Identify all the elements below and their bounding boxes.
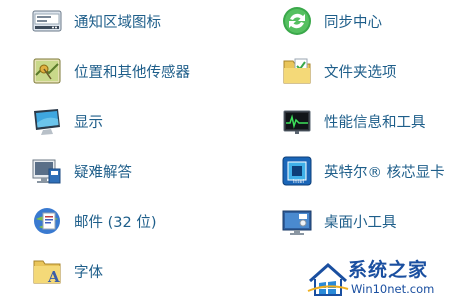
svg-text:intel: intel bbox=[293, 179, 304, 185]
cp-item-label: 通知区域图标 bbox=[74, 14, 161, 31]
cp-item-troubleshooting[interactable]: 疑难解答 bbox=[31, 154, 132, 188]
cp-item-label: 桌面小工具 bbox=[324, 214, 397, 231]
cp-item-fonts[interactable]: A 字体 bbox=[31, 254, 103, 288]
location-sensors-icon bbox=[31, 55, 63, 87]
sync-center-icon bbox=[281, 5, 313, 37]
watermark-title: 系统之家 bbox=[348, 259, 429, 281]
cp-item-label: 字体 bbox=[74, 264, 103, 281]
cp-item-folder-options[interactable]: 文件夹选项 bbox=[281, 54, 397, 88]
cp-item-desktop-gadgets[interactable]: 桌面小工具 bbox=[281, 204, 397, 238]
cp-item-location-sensors[interactable]: 位置和其他传感器 bbox=[31, 54, 190, 88]
troubleshooting-icon bbox=[31, 155, 63, 187]
cp-item-mail[interactable]: 邮件 (32 位) bbox=[31, 204, 156, 238]
performance-tools-icon bbox=[281, 105, 313, 137]
cp-item-label: 英特尔® 核芯显卡 bbox=[324, 164, 445, 181]
watermark-logo: 系统之家 Win10net.com bbox=[306, 255, 466, 301]
cp-item-label: 位置和其他传感器 bbox=[74, 64, 190, 81]
cp-item-label: 性能信息和工具 bbox=[324, 114, 426, 131]
cp-item-label: 同步中心 bbox=[324, 14, 382, 31]
cp-item-performance-tools[interactable]: 性能信息和工具 bbox=[281, 104, 426, 138]
mail-icon bbox=[31, 205, 63, 237]
folder-options-icon bbox=[281, 55, 313, 87]
fonts-icon: A bbox=[31, 255, 63, 287]
desktop-gadgets-icon bbox=[281, 205, 313, 237]
display-icon bbox=[31, 105, 63, 137]
cp-item-intel-graphics[interactable]: intel 英特尔® 核芯显卡 bbox=[281, 154, 445, 188]
cp-item-label: 显示 bbox=[74, 114, 103, 131]
intel-graphics-icon: intel bbox=[281, 155, 313, 187]
cp-item-label: 文件夹选项 bbox=[324, 64, 397, 81]
cp-item-notification-area[interactable]: 通知区域图标 bbox=[31, 4, 161, 38]
svg-text:A: A bbox=[47, 268, 60, 286]
watermark-url: Win10net.com bbox=[351, 282, 435, 296]
cp-item-label: 邮件 (32 位) bbox=[74, 214, 157, 231]
cp-item-sync-center[interactable]: 同步中心 bbox=[281, 4, 382, 38]
cp-item-label: 疑难解答 bbox=[74, 164, 132, 181]
cp-item-display[interactable]: 显示 bbox=[31, 104, 103, 138]
notification-area-icon bbox=[31, 5, 63, 37]
house-logo-icon bbox=[307, 262, 349, 296]
